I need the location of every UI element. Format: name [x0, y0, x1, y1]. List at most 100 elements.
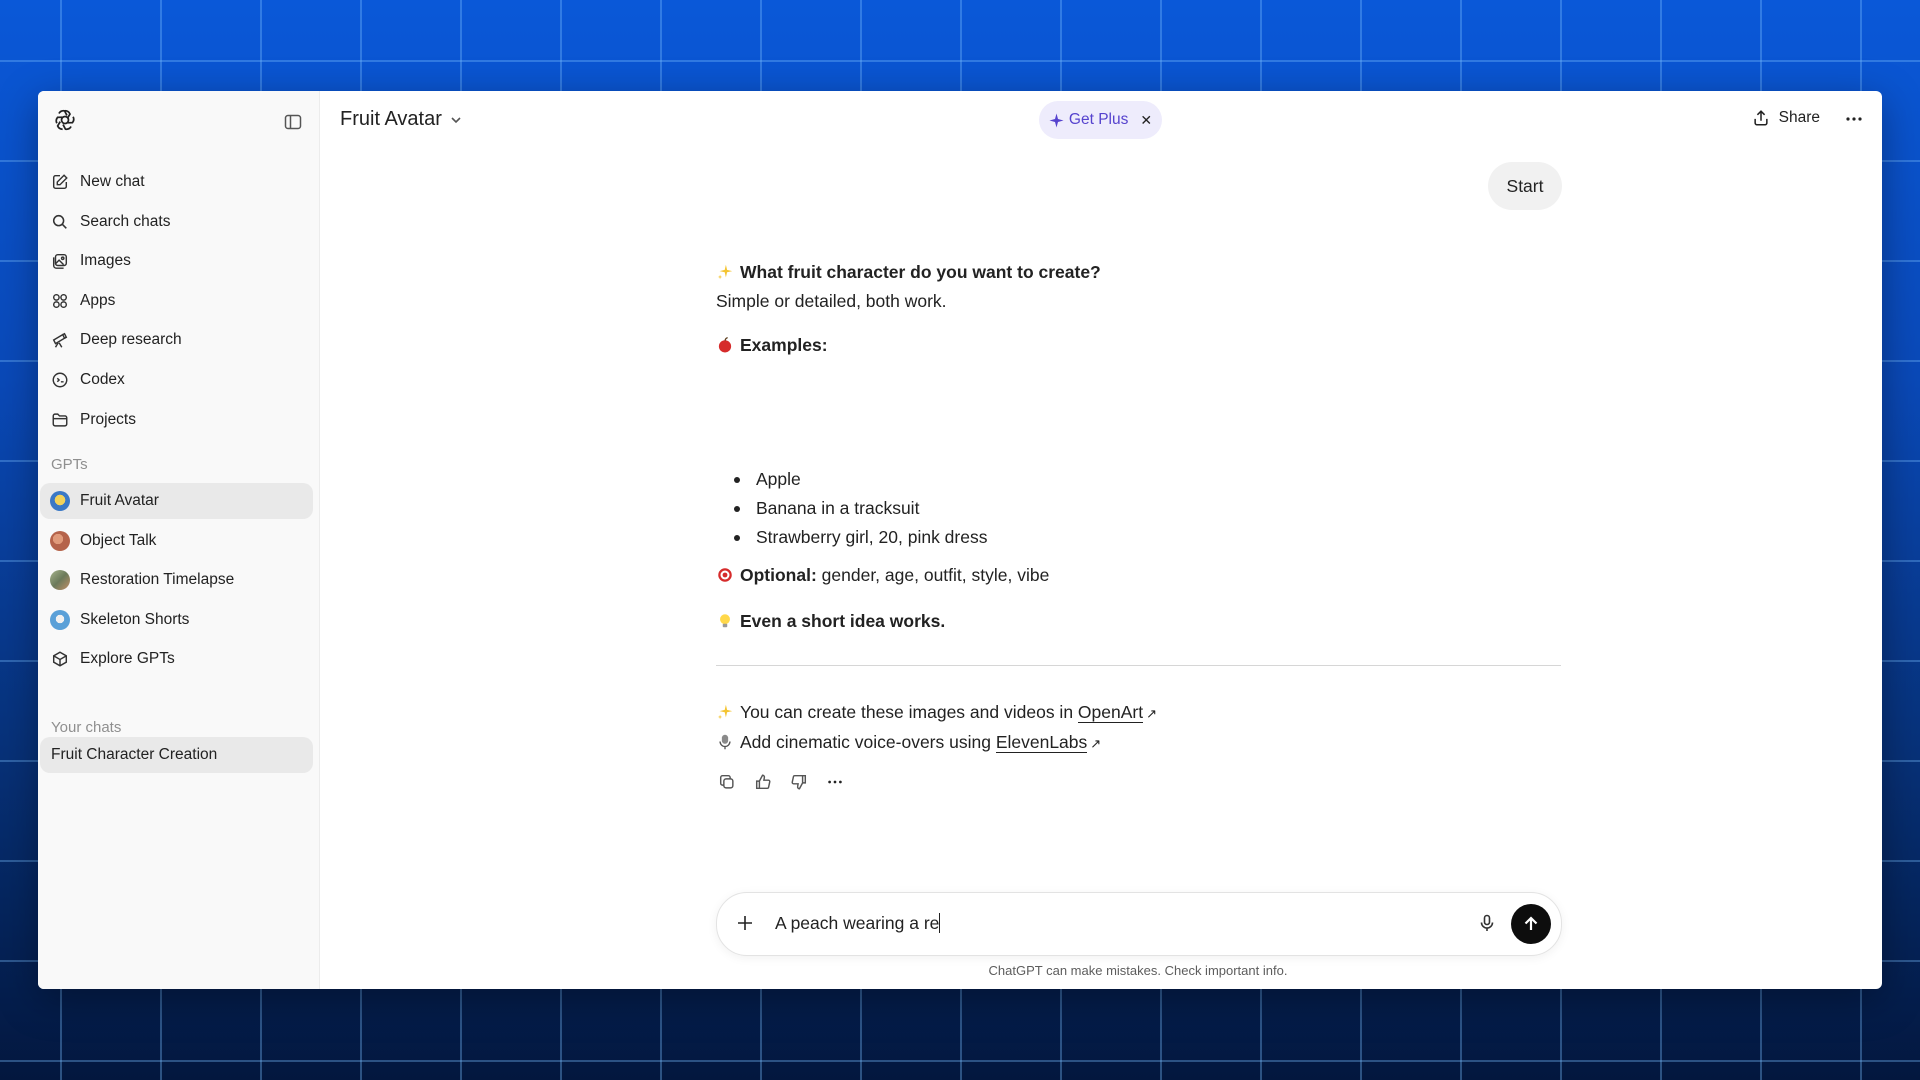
apple-emoji-icon	[716, 334, 734, 353]
cube-icon	[50, 649, 70, 669]
promo-lines: You can create these images and videos i…	[716, 698, 1561, 758]
external-link-icon: ↗	[1090, 736, 1102, 751]
chat-item-label: Fruit Character Creation	[51, 746, 218, 763]
openai-logo-icon[interactable]	[52, 107, 80, 135]
telescope-icon	[50, 330, 70, 350]
sidebar-item-label: Deep research	[80, 331, 182, 349]
share-label: Share	[1778, 109, 1820, 126]
share-button[interactable]: Share	[1752, 109, 1820, 127]
prompt-input[interactable]: A peach wearing a re	[775, 913, 941, 934]
examples-heading: Examples:	[716, 331, 1561, 360]
plus-icon[interactable]	[735, 913, 755, 938]
gpts-section-label: GPTs	[51, 456, 88, 473]
top-bar: Fruit Avatar Get Plus ✕ Share	[320, 91, 1882, 149]
more-options-icon[interactable]	[1844, 109, 1864, 134]
apps-icon	[50, 291, 70, 311]
get-plus-label: Get Plus	[1068, 111, 1129, 128]
user-message: Start	[1488, 162, 1562, 210]
promo-text: Add cinematic voice-overs using	[740, 732, 996, 752]
thumbs-down-icon[interactable]	[788, 771, 810, 793]
sparkle-icon	[1049, 112, 1064, 128]
close-icon[interactable]: ✕	[1140, 112, 1152, 129]
examples-list: Apple Banana in a tracksuit Strawberry g…	[734, 465, 1334, 552]
sidebar-item-label: Search chats	[80, 212, 171, 230]
get-plus-button[interactable]: Get Plus ✕	[1039, 101, 1162, 139]
text-caret	[939, 913, 941, 933]
sidebar-item-label: Object Talk	[80, 531, 157, 549]
sidebar-item-label: Fruit Avatar	[80, 492, 159, 509]
promo-openart: You can create these images and videos i…	[716, 698, 1561, 728]
main-panel: Fruit Avatar Get Plus ✕ Share Start What…	[320, 91, 1882, 989]
copy-icon[interactable]	[716, 771, 738, 793]
sidebar-item-label: Skeleton Shorts	[80, 610, 190, 628]
restoration-timelapse-gpt-icon	[50, 570, 70, 591]
optional-text: gender, age, outfit, style, vibe	[816, 565, 1050, 585]
lightbulb-emoji-icon	[716, 610, 734, 628]
sidebar-item-label: Codex	[80, 370, 125, 388]
optional-line: Optional: gender, age, outfit, style, vi…	[716, 561, 1561, 590]
share-icon	[1752, 109, 1770, 127]
message-composer[interactable]: A peach wearing a re	[716, 892, 1562, 956]
sidebar-nav: New chat Search chats Images Apps Deep r…	[40, 164, 313, 441]
sidebar-item-apps[interactable]: Apps	[40, 283, 313, 319]
openart-link[interactable]: OpenArt	[1077, 702, 1144, 723]
optional-label: Optional:	[740, 565, 817, 585]
promo-text: You can create these images and videos i…	[740, 702, 1078, 722]
sidebar-item-new-chat[interactable]: New chat	[40, 164, 313, 200]
sidebar-item-images[interactable]: Images	[40, 243, 313, 279]
search-icon	[50, 212, 70, 232]
model-name: Fruit Avatar	[340, 108, 442, 130]
sidebar-item-fruit-avatar[interactable]: Fruit Avatar	[40, 483, 313, 519]
disclaimer-text: ChatGPT can make mistakes. Check importa…	[988, 963, 1288, 978]
question-title: What fruit character do you want to crea…	[740, 262, 1101, 282]
gpts-list: Fruit Avatar Object Talk Restoration Tim…	[40, 483, 313, 681]
sidebar-item-projects[interactable]: Projects	[40, 402, 313, 438]
sidebar-item-label: Images	[80, 252, 131, 270]
sidebar-item-deep-research[interactable]: Deep research	[40, 322, 313, 358]
examples-title: Examples:	[740, 335, 828, 355]
short-idea-line: Even a short idea works.	[716, 607, 1561, 636]
sidebar-item-label: Apps	[80, 291, 116, 309]
model-selector[interactable]: Fruit Avatar	[340, 108, 463, 131]
list-item: Banana in a tracksuit	[734, 494, 1334, 523]
sidebar-item-codex[interactable]: Codex	[40, 362, 313, 398]
folder-icon	[50, 410, 70, 430]
chat-item[interactable]: Fruit Character Creation	[40, 737, 313, 773]
sidebar-item-label: New chat	[80, 173, 145, 190]
short-idea-text: Even a short idea works.	[740, 611, 946, 631]
fruit-avatar-gpt-icon	[50, 491, 70, 511]
promo-elevenlabs: Add cinematic voice-overs using ElevenLa…	[716, 728, 1561, 758]
question-subtitle: Simple or detailed, both work.	[716, 291, 947, 311]
list-item: Apple	[734, 465, 1334, 494]
message-actions	[716, 771, 860, 793]
edit-icon	[50, 172, 70, 192]
object-talk-gpt-icon	[50, 530, 70, 551]
thumbs-up-icon[interactable]	[752, 771, 774, 793]
images-icon	[50, 251, 70, 271]
list-item: Strawberry girl, 20, pink dress	[734, 523, 1334, 552]
sidebar-toggle-icon[interactable]	[279, 108, 307, 136]
sidebar-item-label: Restoration Timelapse	[80, 571, 235, 589]
send-button[interactable]	[1511, 904, 1551, 944]
microphone-icon[interactable]	[1477, 913, 1497, 938]
elevenlabs-link[interactable]: ElevenLabs	[995, 732, 1088, 753]
sidebar-item-object-talk[interactable]: Object Talk	[40, 523, 313, 559]
app-window: New chat Search chats Images Apps Deep r…	[38, 91, 1882, 989]
more-actions-icon[interactable]	[824, 771, 846, 793]
skeleton-shorts-gpt-icon	[50, 609, 70, 630]
sparkles-emoji-icon	[716, 701, 734, 720]
sidebar-item-restoration-timelapse[interactable]: Restoration Timelapse	[40, 562, 313, 598]
sidebar-item-skeleton-shorts[interactable]: Skeleton Shorts	[40, 602, 313, 638]
sidebar-item-search-chats[interactable]: Search chats	[40, 204, 313, 240]
your-chats-section-label: Your chats	[51, 719, 122, 736]
chevron-down-icon	[449, 113, 463, 127]
sidebar-item-explore-gpts[interactable]: Explore GPTs	[40, 641, 313, 677]
external-link-icon: ↗	[1146, 706, 1158, 721]
assistant-question: What fruit character do you want to crea…	[716, 258, 1561, 316]
microphone-emoji-icon	[716, 731, 734, 750]
sidebar-item-label: Projects	[80, 410, 136, 428]
divider	[716, 665, 1561, 666]
codex-icon	[50, 370, 70, 390]
chats-list: Fruit Character Creation	[40, 737, 313, 777]
sidebar: New chat Search chats Images Apps Deep r…	[38, 91, 320, 989]
